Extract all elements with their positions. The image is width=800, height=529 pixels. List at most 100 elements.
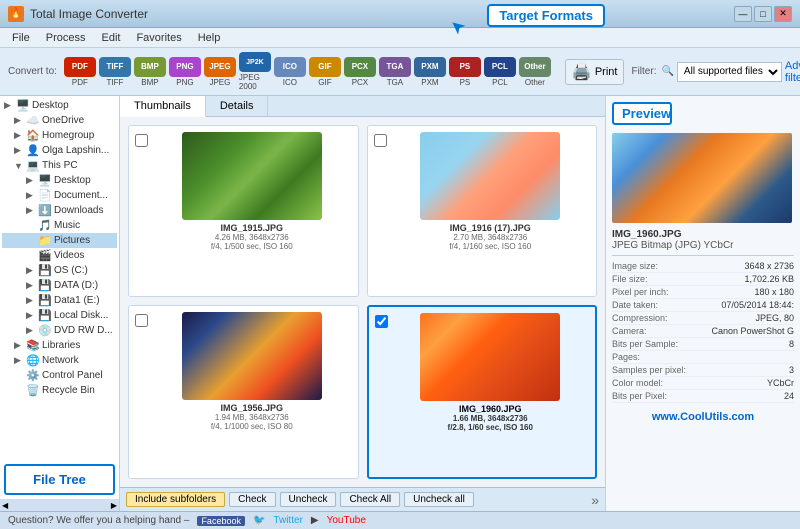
tree-item-data1[interactable]: ▶ 💾 Data1 (E:) bbox=[2, 293, 117, 308]
tree-item-controlpanel[interactable]: ⚙️ Control Panel bbox=[2, 368, 117, 383]
osc-icon: 💾 bbox=[38, 264, 52, 277]
twitter-link[interactable]: Twitter bbox=[273, 515, 302, 526]
uncheck-all-button[interactable]: Uncheck all bbox=[404, 492, 474, 507]
tree-item-libraries[interactable]: ▶ 📚 Libraries bbox=[2, 338, 117, 353]
coolutils-link[interactable]: www.CoolUtils.com bbox=[612, 411, 794, 423]
compression-value: JPEG, 80 bbox=[755, 313, 794, 323]
checkbox-1[interactable] bbox=[135, 134, 148, 147]
scroll-right-arrow[interactable]: ▶ bbox=[111, 501, 117, 510]
scroll-right-btn[interactable]: » bbox=[591, 492, 599, 508]
close-button[interactable]: ✕ bbox=[774, 6, 792, 22]
thumbnail-1[interactable]: IMG_1915.JPG 4.26 MB, 3648x2736 f/4, 1/5… bbox=[128, 125, 359, 297]
pc-icon: 💻 bbox=[26, 159, 40, 172]
tree-label-homegroup: Homegroup bbox=[42, 130, 94, 141]
format-pdf[interactable]: PDF PDF bbox=[64, 57, 96, 87]
ps-icon: PS bbox=[449, 57, 481, 77]
tree-item-olga[interactable]: ▶ 👤 Olga Lapshin... bbox=[2, 143, 117, 158]
pcx-icon: PCX bbox=[344, 57, 376, 77]
tab-thumbnails[interactable]: Thumbnails bbox=[120, 96, 206, 117]
format-bmp[interactable]: BMP BMP bbox=[134, 57, 166, 87]
format-tiff[interactable]: TIFF TIFF bbox=[99, 57, 131, 87]
tree-label-data1: Data1 (E:) bbox=[54, 295, 100, 306]
format-png[interactable]: PNG PNG bbox=[169, 57, 201, 87]
format-other[interactable]: Other Other bbox=[519, 57, 551, 87]
info-row-ppi: Pixel per inch: 180 x 180 bbox=[612, 286, 794, 299]
minimize-button[interactable]: — bbox=[734, 6, 752, 22]
window-controls[interactable]: — □ ✕ bbox=[734, 6, 792, 22]
checkbox-4[interactable] bbox=[375, 315, 388, 328]
printer-icon: 🖨️ bbox=[572, 62, 592, 82]
tree-item-music[interactable]: 🎵 Music bbox=[2, 218, 117, 233]
documents-icon: 📄 bbox=[38, 189, 52, 202]
facebook-button[interactable]: Facebook bbox=[197, 516, 245, 526]
thumbnail-2[interactable]: IMG_1916 (17).JPG 2.70 MB, 3648x2736 f/4… bbox=[367, 125, 598, 297]
info-row-datetaken: Date taken: 07/05/2014 18:44: bbox=[612, 299, 794, 312]
localdisk-icon: 💾 bbox=[38, 309, 52, 322]
format-ps[interactable]: PS PS bbox=[449, 57, 481, 87]
tree-item-dvdrw[interactable]: ▶ 💿 DVD RW D... bbox=[2, 323, 117, 338]
tree-item-pictures[interactable]: 📁 Pictures bbox=[2, 233, 117, 248]
menu-edit[interactable]: Edit bbox=[93, 30, 128, 46]
format-jp2k[interactable]: JP2K JPEG 2000 bbox=[239, 52, 271, 91]
tree-item-videos[interactable]: 🎬 Videos bbox=[2, 248, 117, 263]
thumbnail-3[interactable]: IMG_1956.JPG 1.94 MB, 3648x2736 f/4, 1/1… bbox=[128, 305, 359, 479]
menu-favorites[interactable]: Favorites bbox=[128, 30, 189, 46]
jp2k-icon: JP2K bbox=[239, 52, 271, 72]
format-gif[interactable]: GIF GIF bbox=[309, 57, 341, 87]
preview-type: JPEG Bitmap (JPG) YCbCr bbox=[612, 240, 794, 251]
format-jpeg[interactable]: JPEG JPEG bbox=[204, 57, 236, 87]
left-panel: ▶ 🖥️ Desktop ▶ ☁️ OneDrive ▶ 🏠 Homegroup bbox=[0, 96, 120, 511]
file-tree-button[interactable]: File Tree bbox=[4, 464, 115, 495]
tree-item-homegroup[interactable]: ▶ 🏠 Homegroup bbox=[2, 128, 117, 143]
tree-item-localdisk[interactable]: ▶ 💾 Local Disk... bbox=[2, 308, 117, 323]
menu-help[interactable]: Help bbox=[190, 30, 229, 46]
scroll-left-arrow[interactable]: ◀ bbox=[2, 501, 8, 510]
downloads-icon: ⬇️ bbox=[38, 204, 52, 217]
bps-value: 8 bbox=[789, 339, 794, 349]
menu-process[interactable]: Process bbox=[38, 30, 94, 46]
tree-item-desktop[interactable]: ▶ 🖥️ Desktop bbox=[2, 98, 117, 113]
toggle-datad: ▶ bbox=[26, 280, 38, 291]
tree-item-downloads[interactable]: ▶ ⬇️ Downloads bbox=[2, 203, 117, 218]
check-all-button[interactable]: Check All bbox=[340, 492, 400, 507]
tree-item-thispc[interactable]: ▼ 💻 This PC bbox=[2, 158, 117, 173]
tree-label-recyclebin: Recycle Bin bbox=[42, 385, 95, 396]
tree-label-downloads: Downloads bbox=[54, 205, 103, 216]
format-tga[interactable]: TGA TGA bbox=[379, 57, 411, 87]
youtube-link[interactable]: YouTube bbox=[327, 515, 366, 526]
toggle-network: ▶ bbox=[14, 355, 26, 366]
left-scrollbar[interactable]: ◀ ▶ bbox=[0, 499, 119, 511]
toggle-thispc: ▼ bbox=[14, 161, 26, 171]
menu-file[interactable]: File bbox=[4, 30, 38, 46]
tree-item-onedrive[interactable]: ▶ ☁️ OneDrive bbox=[2, 113, 117, 128]
format-pcl[interactable]: PCL PCL bbox=[484, 57, 516, 87]
ico-icon: ICO bbox=[274, 57, 306, 77]
tab-details[interactable]: Details bbox=[206, 96, 269, 116]
tree-item-recyclebin[interactable]: 🗑️ Recycle Bin bbox=[2, 383, 117, 398]
filter-icon: 🔍 bbox=[661, 66, 673, 77]
tree-item-network[interactable]: ▶ 🌐 Network bbox=[2, 353, 117, 368]
thumbnail-4[interactable]: IMG_1960.JPG 1.66 MB, 3648x2736 f/2.8, 1… bbox=[367, 305, 598, 479]
include-subfolders-button[interactable]: Include subfolders bbox=[126, 492, 225, 507]
youtube-icon: ▶ bbox=[311, 515, 319, 526]
advanced-filter-button[interactable]: Advanced filter bbox=[785, 60, 800, 84]
checkbox-2[interactable] bbox=[374, 134, 387, 147]
filter-select[interactable]: All supported files bbox=[677, 62, 782, 82]
bps-label: Bits per Sample: bbox=[612, 339, 678, 349]
info-row-colormodel: Color model: YCbCr bbox=[612, 377, 794, 390]
format-pcx[interactable]: PCX PCX bbox=[344, 57, 376, 87]
right-panel: Preview IMG_1960.JPG JPEG Bitmap (JPG) Y… bbox=[605, 96, 800, 511]
format-pxm[interactable]: PXM PXM bbox=[414, 57, 446, 87]
check-button[interactable]: Check bbox=[229, 492, 275, 507]
thumb-info1-1: 4.26 MB, 3648x2736 bbox=[215, 233, 289, 242]
checkbox-3[interactable] bbox=[135, 314, 148, 327]
tree-item-documents[interactable]: ▶ 📄 Document... bbox=[2, 188, 117, 203]
tree-item-osc[interactable]: ▶ 💾 OS (C:) bbox=[2, 263, 117, 278]
print-button[interactable]: 🖨️ Print bbox=[565, 59, 625, 85]
format-ico[interactable]: ICO ICO bbox=[274, 57, 306, 87]
tree-item-datad[interactable]: ▶ 💾 DATA (D:) bbox=[2, 278, 117, 293]
tree-item-desktop2[interactable]: ▶ 🖥️ Desktop bbox=[2, 173, 117, 188]
maximize-button[interactable]: □ bbox=[754, 6, 772, 22]
uncheck-button[interactable]: Uncheck bbox=[280, 492, 337, 507]
preview-image bbox=[612, 133, 792, 223]
